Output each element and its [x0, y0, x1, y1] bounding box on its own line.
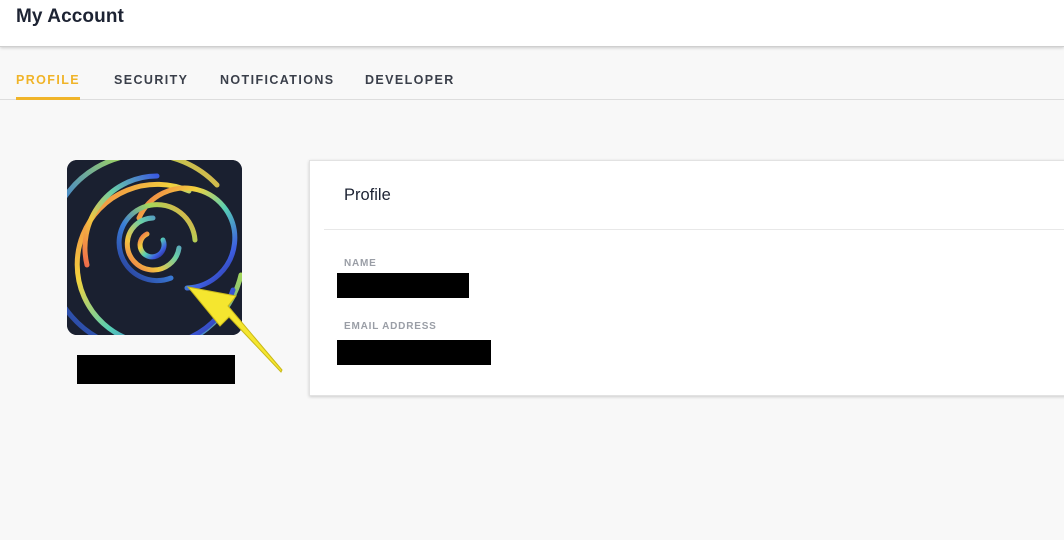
card-divider: [324, 229, 1064, 230]
username-redacted: [77, 355, 235, 384]
rainbow-spiral-icon: [67, 160, 242, 335]
page-title: My Account: [16, 6, 124, 27]
email-label: EMAIL ADDRESS: [344, 321, 437, 332]
name-value-redacted: [337, 273, 469, 298]
profile-card: Profile NAME EMAIL ADDRESS: [309, 160, 1064, 396]
card-title: Profile: [344, 186, 391, 204]
avatar[interactable]: [67, 160, 242, 335]
name-label: NAME: [344, 258, 377, 269]
email-value-redacted: [337, 340, 491, 365]
tab-security[interactable]: SECURITY: [114, 73, 188, 100]
app-header: My Account: [0, 0, 1064, 47]
tab-profile[interactable]: PROFILE: [16, 73, 80, 100]
tab-notifications[interactable]: NOTIFICATIONS: [220, 73, 335, 100]
account-tabs: PROFILE SECURITY NOTIFICATIONS DEVELOPER: [0, 48, 1064, 100]
tab-developer[interactable]: DEVELOPER: [365, 73, 455, 100]
